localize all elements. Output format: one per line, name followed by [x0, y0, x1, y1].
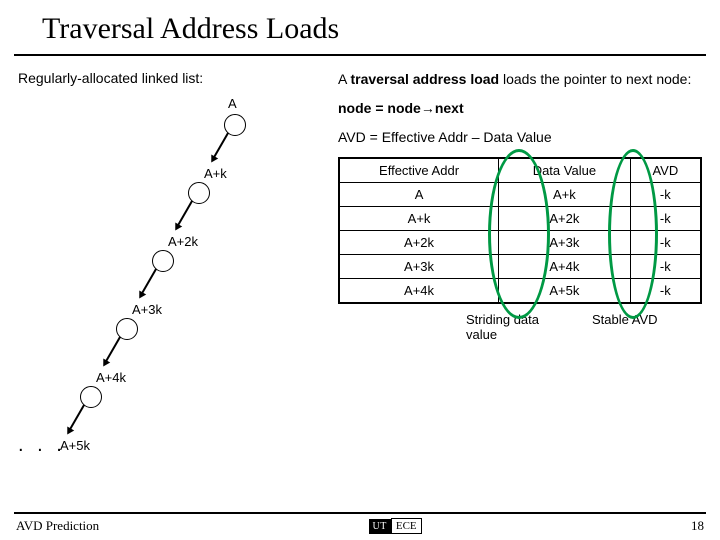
cell: A+3k — [339, 254, 499, 278]
avd-formula: AVD = Effective Addr – Data Value — [338, 128, 702, 147]
page-title: Traversal Address Loads — [14, 0, 706, 56]
table-wrap: Effective Addr Data Value AVD A A+k -k A… — [338, 157, 702, 304]
node-label-1: A+k — [204, 166, 227, 181]
node-label-3: A+3k — [132, 302, 162, 317]
cell: -k — [630, 254, 701, 278]
cell: A+k — [499, 182, 631, 206]
cell: A — [339, 182, 499, 206]
th-avd: AVD — [630, 158, 701, 183]
content-area: Regularly-allocated linked list: A A+k A… — [0, 56, 720, 476]
code-line: node = node→next — [338, 99, 702, 118]
th-dataval: Data Value — [499, 158, 631, 183]
arrowhead-0 — [208, 154, 218, 164]
caption-row: Striding data value Stable AVD — [338, 312, 702, 342]
arrowhead-2 — [136, 290, 146, 300]
table-row: A A+k -k — [339, 182, 701, 206]
cell: -k — [630, 278, 701, 303]
cell: -k — [630, 230, 701, 254]
table-row: A+2k A+3k -k — [339, 230, 701, 254]
caption-striding: Striding data value — [466, 312, 566, 342]
arrowhead-3 — [100, 358, 110, 368]
p1-bold: traversal address load — [350, 71, 499, 87]
node-label-0: A — [228, 96, 237, 111]
arrowhead-1 — [172, 222, 182, 232]
cell: A+2k — [499, 206, 631, 230]
footer-page: 18 — [691, 518, 704, 534]
node-label-4: A+4k — [96, 370, 126, 385]
node-label-5: A+5k — [60, 438, 90, 453]
cell: A+3k — [499, 230, 631, 254]
list-heading: Regularly-allocated linked list: — [18, 70, 338, 86]
cell: -k — [630, 182, 701, 206]
table-header-row: Effective Addr Data Value AVD — [339, 158, 701, 183]
left-column: Regularly-allocated linked list: A A+k A… — [18, 70, 338, 476]
avd-table: Effective Addr Data Value AVD A A+k -k A… — [338, 157, 702, 304]
table-row: A+4k A+5k -k — [339, 278, 701, 303]
footer: AVD Prediction UTECE 18 — [14, 512, 706, 540]
p1-pre: A — [338, 71, 350, 87]
cell: A+4k — [339, 278, 499, 303]
cell: A+2k — [339, 230, 499, 254]
cell: A+k — [339, 206, 499, 230]
ellipsis: . . . — [18, 434, 66, 457]
cell: A+5k — [499, 278, 631, 303]
code-text: node = node→next — [338, 100, 464, 116]
p1-post: loads the pointer to next node: — [499, 71, 691, 87]
linked-list-diagram: A A+k A+2k A+3k A+4k . . — [18, 96, 338, 476]
caption-stable: Stable AVD — [592, 312, 658, 342]
node-label-2: A+2k — [168, 234, 198, 249]
right-column: A traversal address load loads the point… — [338, 70, 702, 476]
cell: -k — [630, 206, 701, 230]
cell: A+4k — [499, 254, 631, 278]
footer-logo: UTECE — [369, 518, 422, 534]
table-row: A+k A+2k -k — [339, 206, 701, 230]
table-row: A+3k A+4k -k — [339, 254, 701, 278]
logo-ut: UT — [369, 519, 391, 534]
logo-ece: ECE — [391, 518, 422, 534]
description-text: A traversal address load loads the point… — [338, 70, 702, 89]
footer-left: AVD Prediction — [16, 518, 99, 534]
th-effaddr: Effective Addr — [339, 158, 499, 183]
